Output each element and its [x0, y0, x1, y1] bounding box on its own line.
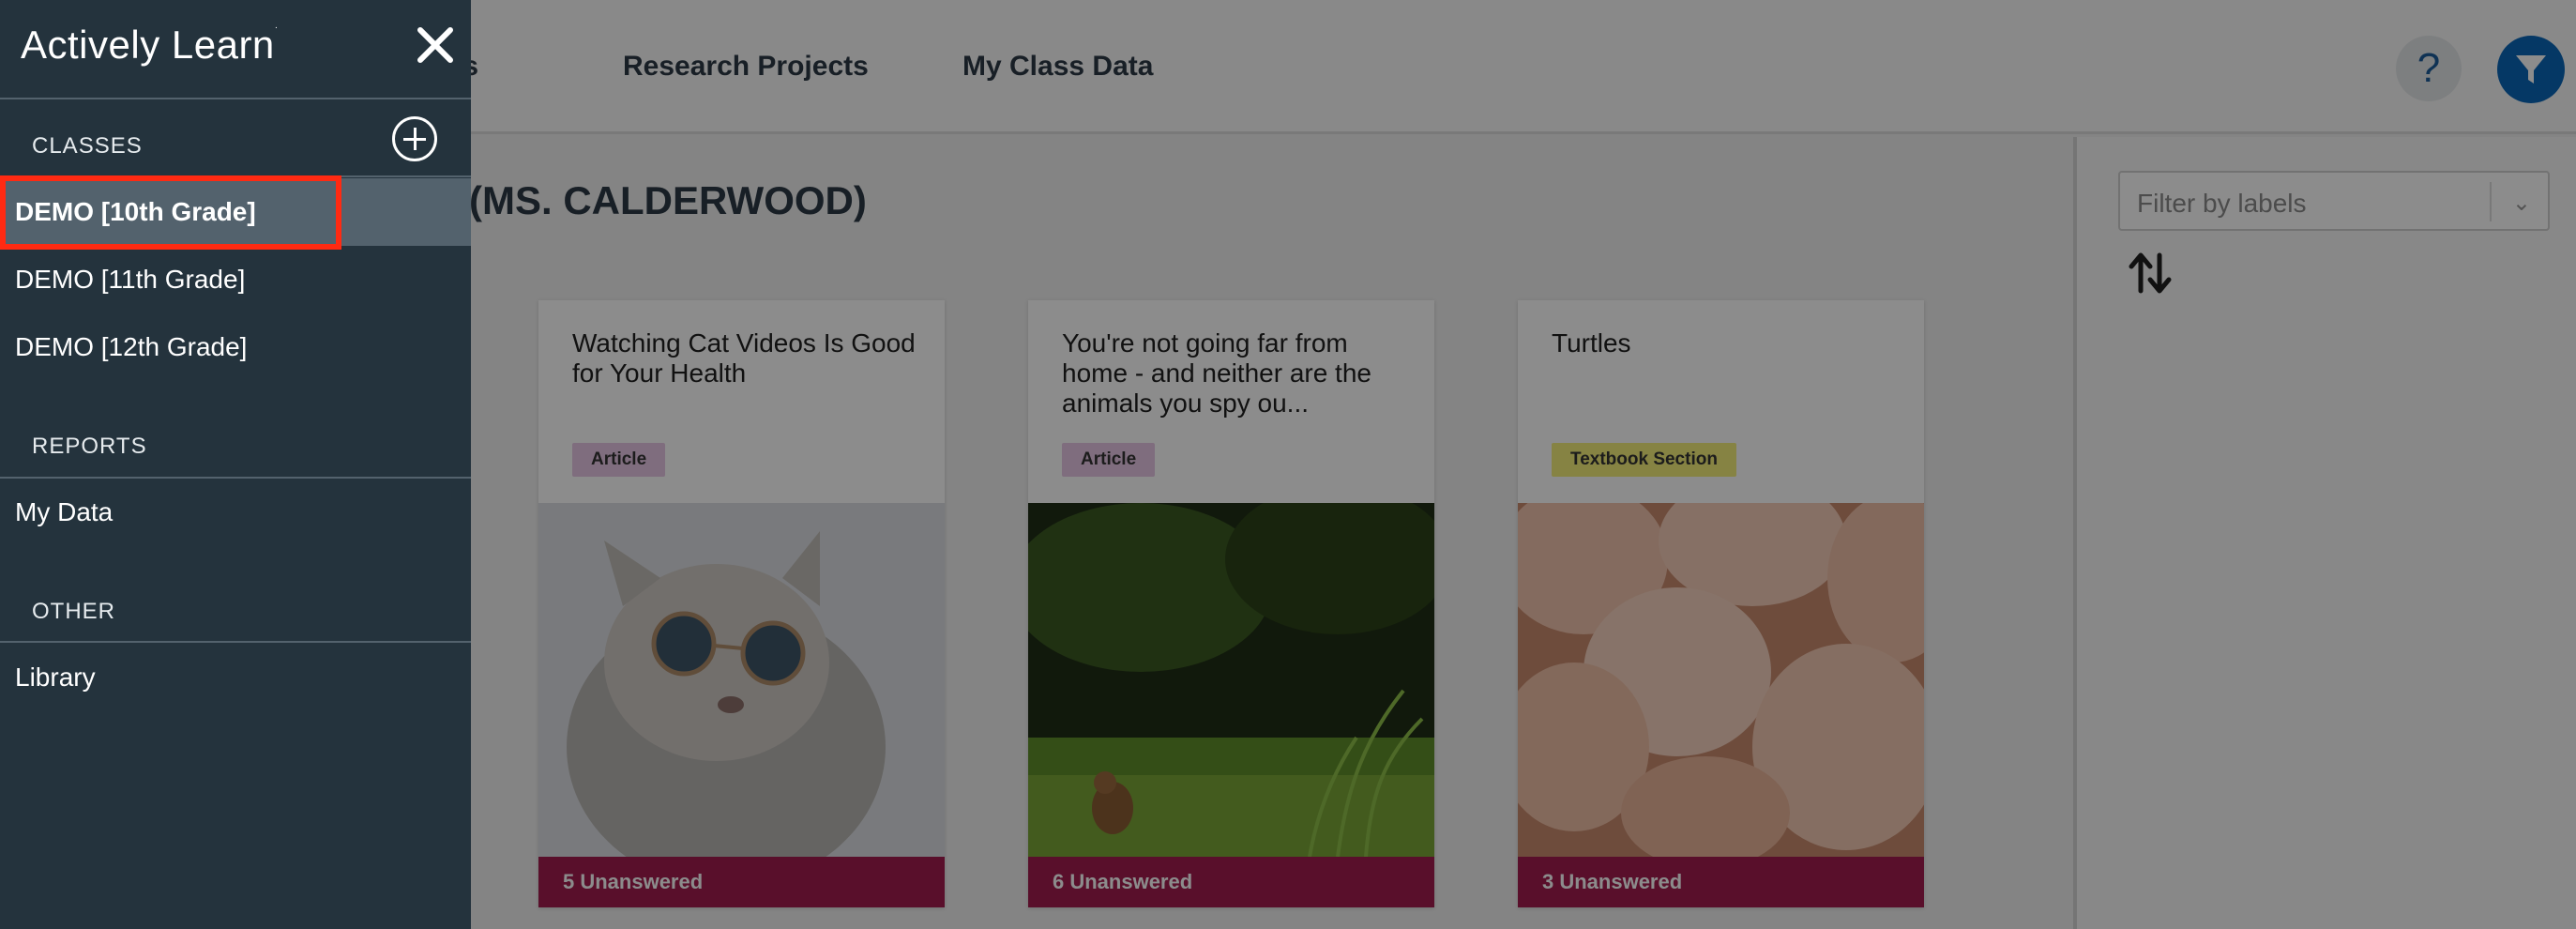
- brand-logo: Actively Learn·: [21, 23, 279, 68]
- close-icon[interactable]: [415, 24, 456, 66]
- sidebar-item-library[interactable]: Library: [0, 644, 471, 711]
- divider: [0, 98, 471, 99]
- sidebar-item-demo-11th-grade[interactable]: DEMO [11th Grade]: [0, 246, 471, 313]
- section-reports: REPORTS: [32, 434, 147, 459]
- add-class-button[interactable]: [392, 116, 437, 161]
- brand-name: Actively Learn: [21, 23, 275, 67]
- section-classes: CLASSES: [32, 133, 143, 159]
- trademark-mark: ·: [274, 23, 279, 33]
- sidebar-item-demo-12th-grade[interactable]: DEMO [12th Grade]: [0, 313, 471, 381]
- divider: [0, 641, 471, 643]
- section-other: OTHER: [32, 599, 115, 624]
- sidebar-drawer: Actively Learn· CLASSES DEMO [10th Grade…: [0, 0, 471, 929]
- highlight-annotation: [0, 175, 341, 250]
- sidebar-item-my-data[interactable]: My Data: [0, 479, 471, 546]
